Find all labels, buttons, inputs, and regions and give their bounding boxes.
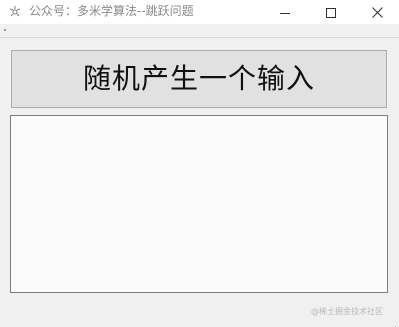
app-window: 公众号：多米学算法--跳跃问题 随机产生一个输入 @稀土掘金技术社区 [0,0,399,327]
resize-grip-icon[interactable] [389,317,397,327]
window-title: 公众号：多米学算法--跳跃问题 [29,4,194,18]
generate-random-input-button[interactable]: 随机产生一个输入 [11,50,387,108]
minimize-icon [280,3,290,22]
close-button[interactable] [354,0,399,24]
output-textarea[interactable] [10,115,388,293]
menu-strip-grip [4,29,6,31]
app-icon [8,4,22,18]
close-icon [371,3,383,22]
generate-random-input-label: 随机产生一个输入 [82,62,315,95]
title-bar[interactable]: 公众号：多米学算法--跳跃问题 [0,0,399,24]
maximize-button[interactable] [308,0,354,24]
maximize-icon [326,3,336,22]
minimize-button[interactable] [262,0,308,24]
watermark-text: @稀土掘金技术社区 [311,307,383,316]
menu-strip [0,24,399,38]
